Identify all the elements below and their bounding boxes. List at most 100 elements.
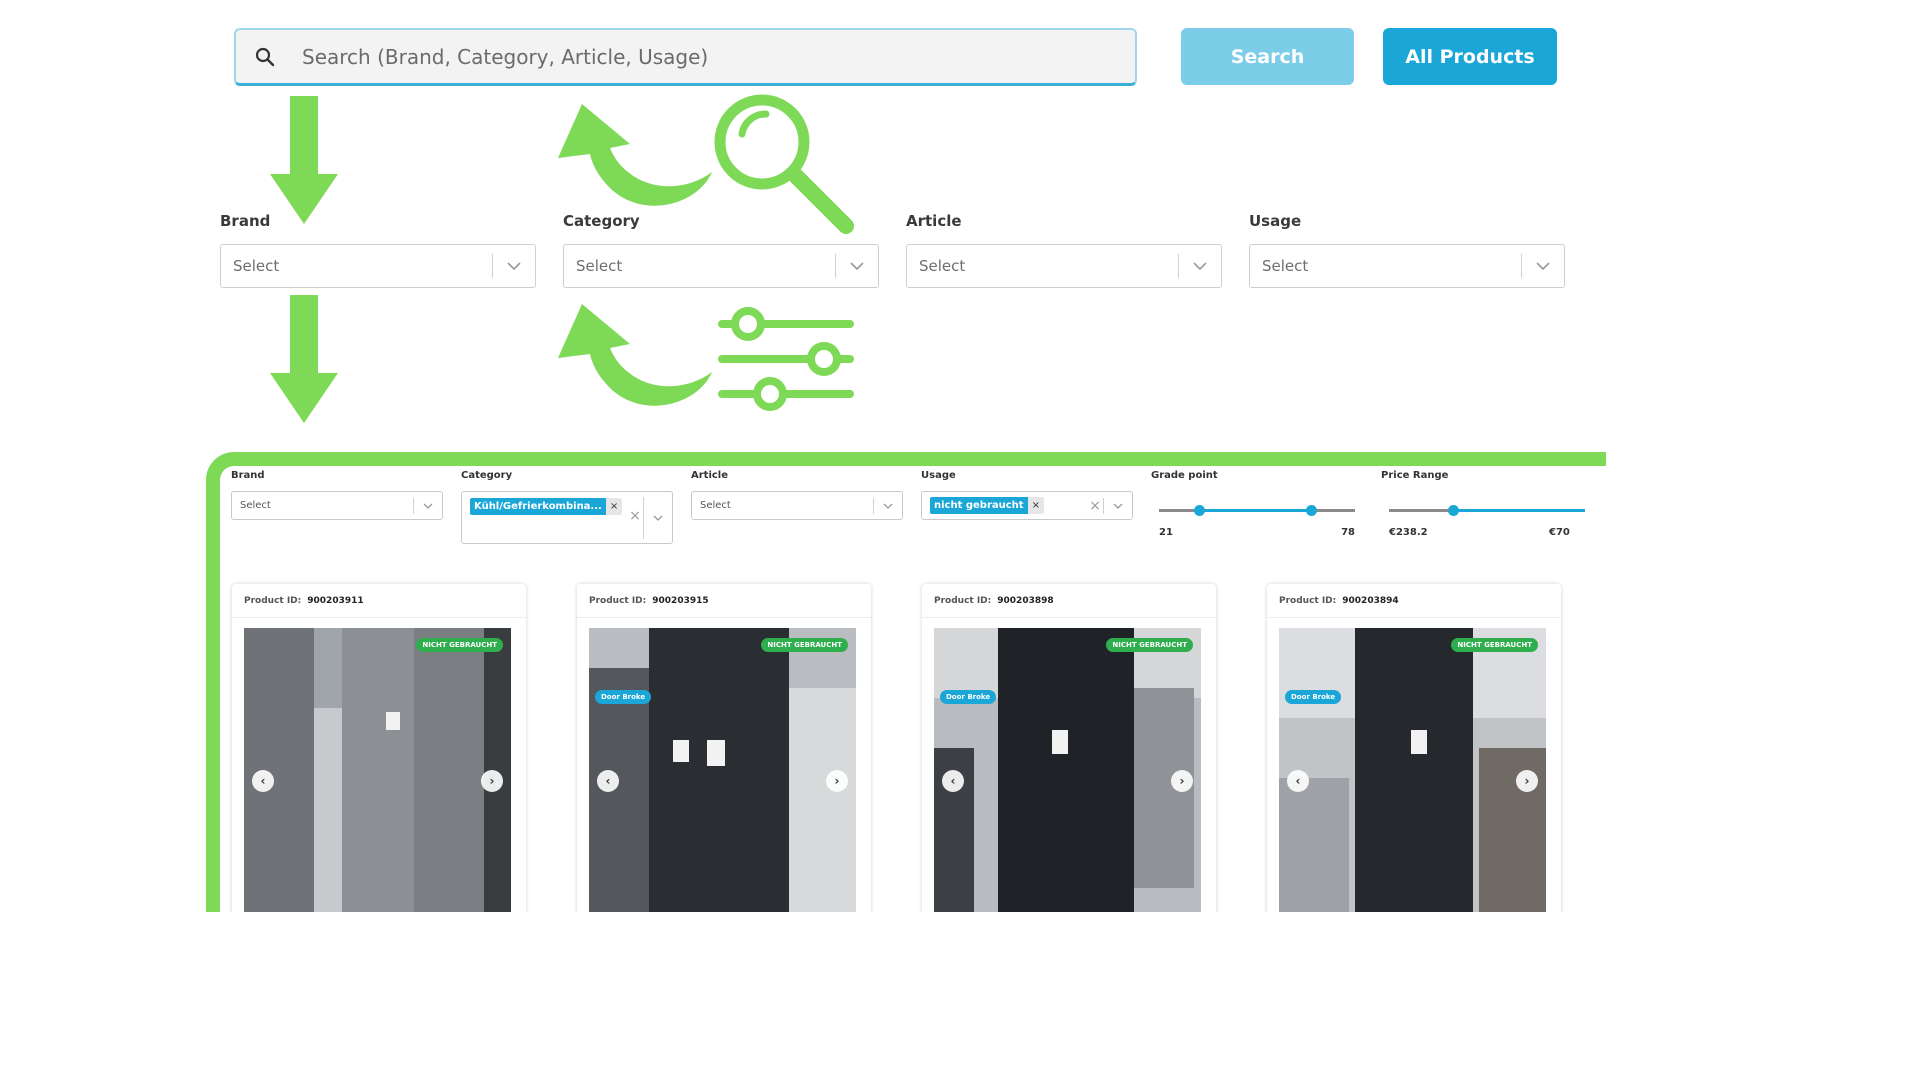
chevron-down-icon[interactable] — [644, 504, 672, 531]
price-range-label: Price Range — [1381, 470, 1449, 481]
price-range-max: €70 — [1549, 527, 1570, 538]
chevron-down-icon[interactable] — [1522, 245, 1564, 287]
price-range-slider[interactable]: €238.2 €70 — [1389, 498, 1585, 538]
chevron-down-icon[interactable] — [414, 492, 442, 519]
chip-remove-icon[interactable]: × — [1027, 497, 1044, 514]
search-input[interactable] — [300, 30, 1135, 83]
status-badge: NICHT GEBRAUCHT — [761, 638, 848, 652]
article-select[interactable]: Select — [906, 244, 1222, 288]
product-id-value: 900203898 — [997, 596, 1054, 606]
mini-brand-label: Brand — [231, 470, 265, 481]
sliders-icon — [718, 307, 854, 411]
usage-select[interactable]: Select — [1249, 244, 1565, 288]
slider-min-thumb[interactable] — [1194, 505, 1205, 516]
mini-article-label: Article — [691, 470, 729, 481]
product-card[interactable]: Product ID: 900203915 NICHT GEBRAUCHT Doo… — [577, 584, 871, 912]
product-id-label: Product ID: — [1279, 596, 1337, 606]
card-divider — [1267, 617, 1561, 618]
prev-image-button[interactable]: ‹ — [252, 770, 274, 792]
all-products-button[interactable]: All Products — [1383, 28, 1557, 85]
usage-chip: nicht gebraucht × — [930, 496, 1087, 516]
prev-image-button[interactable]: ‹ — [942, 770, 964, 792]
product-id-value: 900203915 — [652, 596, 709, 606]
card-divider — [922, 617, 1216, 618]
mini-category-label: Category — [461, 470, 513, 481]
product-photo[interactable]: NICHT GEBRAUCHT ‹ › — [244, 628, 511, 912]
product-card[interactable]: Product ID: 900203911 NICHT GEBRAUCHT ‹ › — [232, 584, 526, 912]
mini-article-placeholder: Select — [700, 500, 731, 511]
prev-image-button[interactable]: ‹ — [1287, 770, 1309, 792]
status-badge: NICHT GEBRAUCHT — [416, 638, 503, 652]
product-id: Product ID: 900203911 — [244, 596, 364, 606]
grade-point-min: 21 — [1159, 527, 1173, 538]
damage-badge: Door Broke — [940, 690, 997, 704]
mini-category-select[interactable]: Kühl/Gefrierkombina... × × — [461, 491, 673, 544]
category-chip-text: Kühl/Gefrierkombina... — [470, 497, 606, 515]
curved-arrow-icon — [558, 304, 712, 406]
product-page-preview: Brand Select Category Kühl/Gefrierkombin… — [206, 452, 1606, 912]
next-image-button[interactable]: › — [826, 770, 848, 792]
mini-usage-select[interactable]: nicht gebraucht × × — [921, 491, 1133, 520]
product-id-label: Product ID: — [934, 596, 992, 606]
damage-badge: Door Broke — [1285, 690, 1342, 704]
slider-min-thumb[interactable] — [1448, 505, 1459, 516]
product-id: Product ID: 900203898 — [934, 596, 1054, 606]
chevron-down-icon[interactable] — [836, 245, 878, 287]
product-photo[interactable]: NICHT GEBRAUCHT Door Broke ‹ › — [589, 628, 856, 912]
product-id-value: 900203911 — [307, 596, 364, 606]
mini-brand-select[interactable]: Select — [231, 491, 443, 520]
brand-select-placeholder: Select — [233, 257, 280, 275]
category-select[interactable]: Select — [563, 244, 879, 288]
product-id: Product ID: 900203915 — [589, 596, 709, 606]
status-badge: NICHT GEBRAUCHT — [1106, 638, 1193, 652]
clear-icon[interactable]: × — [1087, 498, 1103, 514]
damage-badge: Door Broke — [595, 690, 652, 704]
product-id-label: Product ID: — [244, 596, 302, 606]
fridge-photo — [934, 628, 1201, 912]
product-card[interactable]: Product ID: 900203898 NICHT GEBRAUCHT Doo… — [922, 584, 1216, 912]
grade-point-slider[interactable]: 21 78 — [1159, 498, 1355, 538]
mini-usage-label: Usage — [921, 470, 956, 481]
product-id-value: 900203894 — [1342, 596, 1399, 606]
product-id-label: Product ID: — [589, 596, 647, 606]
mini-brand-placeholder: Select — [240, 500, 271, 511]
status-badge: NICHT GEBRAUCHT — [1451, 638, 1538, 652]
card-divider — [577, 617, 871, 618]
brand-select[interactable]: Select — [220, 244, 536, 288]
price-range-min: €238.2 — [1389, 527, 1428, 538]
arrow-down-icon — [270, 96, 338, 224]
slider-range — [1453, 509, 1585, 512]
fridge-photo — [589, 628, 856, 912]
product-photo[interactable]: NICHT GEBRAUCHT Door Broke ‹ › — [1279, 628, 1546, 912]
mini-article-select[interactable]: Select — [691, 491, 903, 520]
usage-filter-label: Usage — [1249, 212, 1302, 230]
grade-point-label: Grade point — [1151, 470, 1218, 481]
next-image-button[interactable]: › — [481, 770, 503, 792]
next-image-button[interactable]: › — [1171, 770, 1193, 792]
chip-remove-icon[interactable]: × — [605, 497, 623, 515]
slider-range — [1199, 509, 1311, 512]
next-image-button[interactable]: › — [1516, 770, 1538, 792]
search-icon — [250, 42, 280, 72]
chevron-down-icon[interactable] — [1179, 245, 1221, 287]
chevron-down-icon[interactable] — [874, 492, 902, 519]
search-bar[interactable] — [234, 28, 1137, 86]
grade-point-max: 78 — [1341, 527, 1355, 538]
category-select-placeholder: Select — [576, 257, 623, 275]
fridge-photo — [1279, 628, 1546, 912]
category-chip: Kühl/Gefrierkombina... × — [470, 496, 627, 516]
arrow-down-icon — [270, 295, 338, 423]
search-button[interactable]: Search — [1181, 28, 1354, 85]
prev-image-button[interactable]: ‹ — [597, 770, 619, 792]
card-divider — [232, 617, 526, 618]
clear-icon[interactable]: × — [627, 508, 643, 524]
article-filter-label: Article — [906, 212, 962, 230]
product-id: Product ID: 900203894 — [1279, 596, 1399, 606]
chevron-down-icon[interactable] — [493, 245, 535, 287]
slider-max-thumb[interactable] — [1306, 505, 1317, 516]
chevron-down-icon[interactable] — [1104, 492, 1132, 519]
product-card[interactable]: Product ID: 900203894 NICHT GEBRAUCHT Doo… — [1267, 584, 1561, 912]
brand-filter-label: Brand — [220, 212, 271, 230]
product-photo[interactable]: NICHT GEBRAUCHT Door Broke ‹ › — [934, 628, 1201, 912]
usage-select-placeholder: Select — [1262, 257, 1309, 275]
